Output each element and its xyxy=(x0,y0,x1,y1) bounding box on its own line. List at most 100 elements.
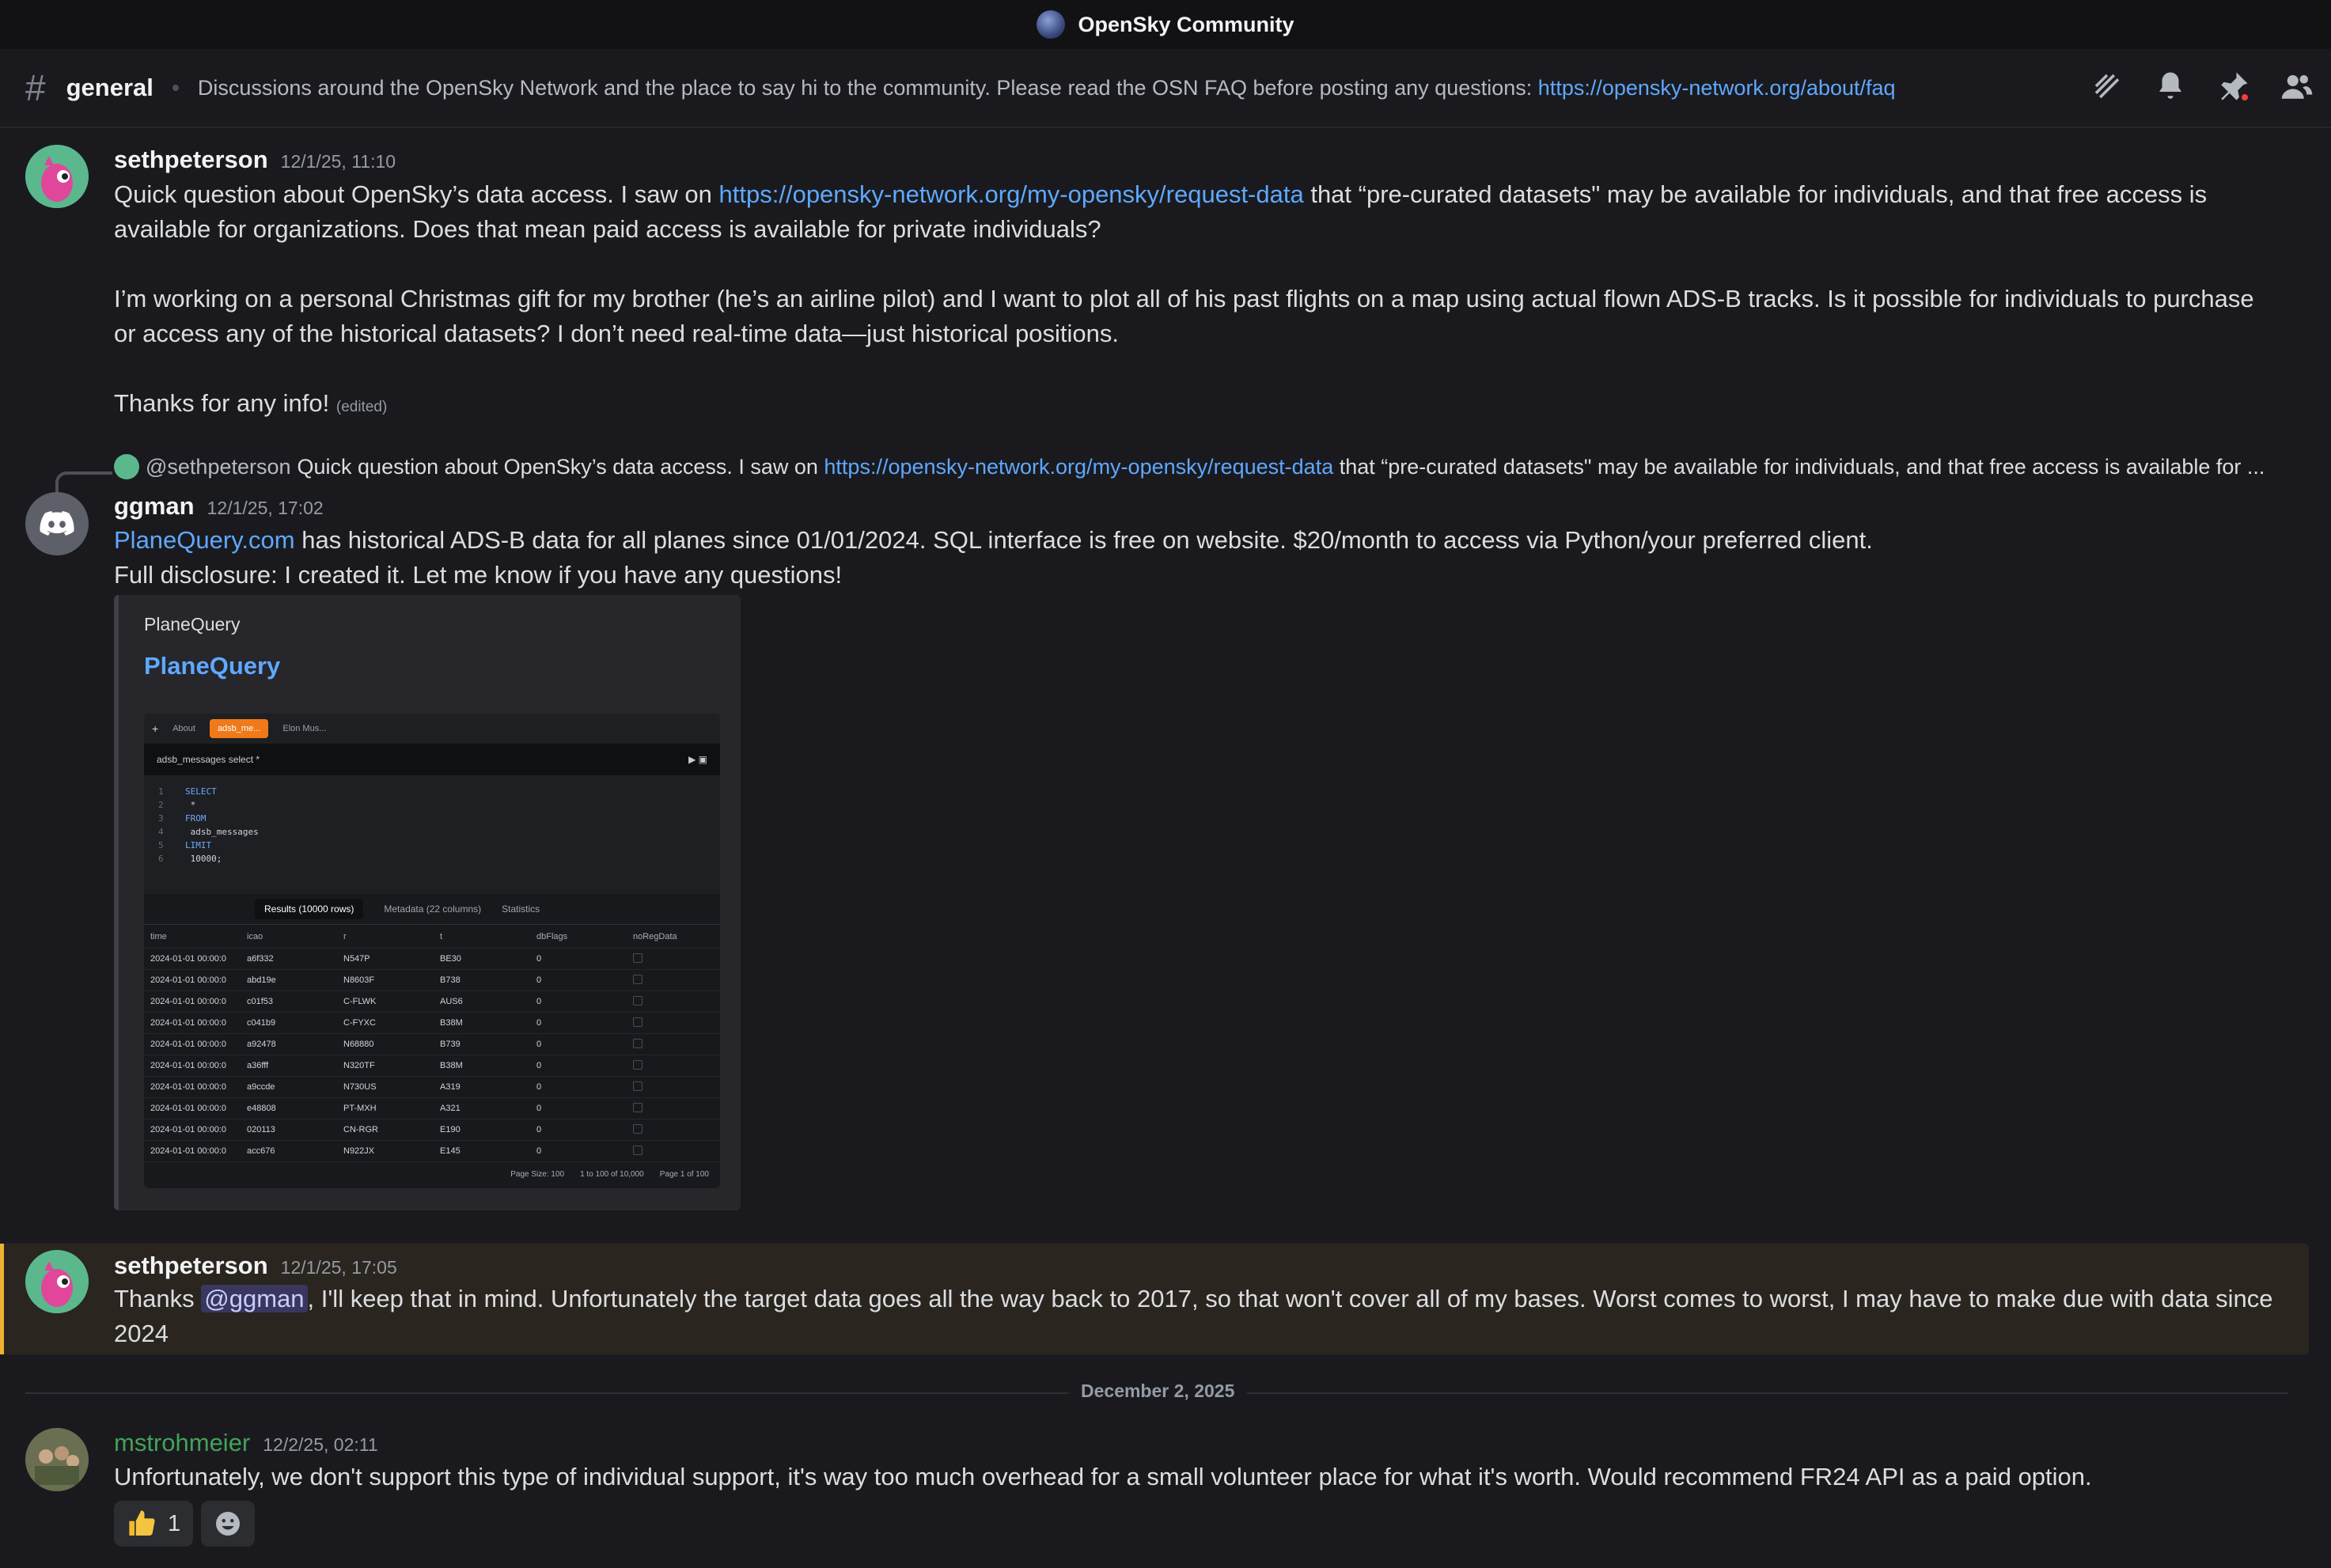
threads-icon[interactable] xyxy=(2089,68,2125,104)
checkbox-cell xyxy=(627,1081,720,1093)
table-cell: E190 xyxy=(440,1125,461,1134)
plus-icon: + xyxy=(152,722,159,735)
username[interactable]: ggman xyxy=(114,492,195,521)
planequery-link[interactable]: PlaneQuery.com xyxy=(114,526,295,554)
table-cell: a6f332 xyxy=(247,954,274,964)
avatar[interactable] xyxy=(25,492,89,555)
faq-link[interactable]: https://opensky-network.org/about/faq xyxy=(1538,76,1896,100)
add-reaction-button[interactable] xyxy=(201,1501,256,1547)
message-paragraph: Thanks @ggman, I'll keep that in mind. U… xyxy=(114,1282,2282,1351)
date-divider-label: December 2, 2025 xyxy=(1068,1381,1248,1402)
table-cell: B739 xyxy=(440,1040,461,1049)
table-cell: CN-RGR xyxy=(343,1125,378,1134)
table-cell: AUS6 xyxy=(440,997,463,1006)
text: Quick question about OpenSky’s data acce… xyxy=(297,454,824,479)
checkbox xyxy=(633,1038,642,1048)
reply-text: Quick question about OpenSky’s data acce… xyxy=(298,455,2265,479)
table-row: 2024-01-01 00:00:0 020113 CN-RGR E190 0 xyxy=(144,1119,720,1141)
avatar[interactable] xyxy=(25,1428,89,1491)
header-toolbar xyxy=(2089,68,2315,104)
column-header: noRegData xyxy=(633,931,677,941)
table-row: 2024-01-01 00:00:0 abd19e N8603F B738 0 xyxy=(144,970,720,991)
message-paragraph: Quick question about OpenSky’s data acce… xyxy=(114,177,2282,247)
reply-link[interactable]: https://opensky-network.org/my-opensky/r… xyxy=(824,455,1333,479)
checkbox xyxy=(633,995,642,1006)
avatar-image xyxy=(25,1428,89,1491)
message-header: mstrohmeier 12/2/25, 02:11 xyxy=(114,1429,378,1457)
table-cell: 2024-01-01 00:00:0 xyxy=(150,954,227,964)
results-table: time icao r t dbFlags noRegData 2024-01-… xyxy=(144,924,720,1162)
user-mention[interactable]: @ggman xyxy=(201,1285,308,1312)
reaction-count: 1 xyxy=(168,1510,181,1536)
query-name: adsb_messages select * xyxy=(157,754,260,765)
embed-provider: PlaneQuery xyxy=(144,614,241,634)
table-cell: 020113 xyxy=(247,1125,275,1134)
checkbox-cell xyxy=(627,974,720,987)
pin-icon[interactable] xyxy=(2215,68,2252,104)
checkbox xyxy=(633,974,642,984)
table-cell: 2024-01-01 00:00:0 xyxy=(150,1082,227,1092)
server-icon xyxy=(1037,10,1066,39)
bell-icon[interactable] xyxy=(2152,68,2189,104)
members-icon[interactable] xyxy=(2279,68,2315,104)
avatar[interactable] xyxy=(25,1250,89,1313)
table-cell: c041b9 xyxy=(247,1018,276,1028)
smiley-icon xyxy=(216,1512,241,1536)
table-row: 2024-01-01 00:00:0 a9ccde N730US A319 0 xyxy=(144,1077,720,1098)
statistics-tab: Statistics xyxy=(502,903,540,915)
column-header: time xyxy=(150,931,167,941)
reply-username[interactable]: @sethpeterson xyxy=(146,455,291,479)
checkbox xyxy=(633,1017,642,1027)
table-cell: 2024-01-01 00:00:0 xyxy=(150,1104,227,1113)
embed-image[interactable]: + About adsb_me... Elon Mus... adsb_mess… xyxy=(144,714,720,1188)
timestamp: 12/1/25, 17:02 xyxy=(207,498,324,518)
message-body: Thanks @ggman, I'll keep that in mind. U… xyxy=(114,1282,2282,1351)
column-header: t xyxy=(440,931,443,941)
table-cell: A321 xyxy=(440,1104,461,1113)
username[interactable]: sethpeterson xyxy=(114,146,268,174)
username[interactable]: sethpeterson xyxy=(114,1252,268,1280)
table-cell: 2024-01-01 00:00:0 xyxy=(150,1040,227,1049)
table-cell: A319 xyxy=(440,1082,461,1092)
reactions: 1 xyxy=(114,1501,256,1547)
message-body: PlaneQuery.com has historical ADS-B data… xyxy=(114,523,2282,593)
app-tab: About xyxy=(172,724,195,733)
message-paragraph: Unfortunately, we don't support this typ… xyxy=(114,1463,2092,1490)
table-row: 2024-01-01 00:00:0 acc676 N922JX E145 0 xyxy=(144,1141,720,1162)
message-paragraph: Full disclosure: I created it. Let me kn… xyxy=(114,561,843,589)
table-cell: N547P xyxy=(343,954,370,964)
reply-avatar xyxy=(114,454,139,479)
table-cell: B738 xyxy=(440,975,461,985)
result-tabs: Results (10000 rows) Metadata (22 column… xyxy=(144,894,720,924)
page-indicator: Page 1 of 100 xyxy=(659,1169,709,1179)
unread-dot xyxy=(2239,92,2250,103)
channel-name[interactable]: general xyxy=(66,74,154,102)
window-titlebar: OpenSky Community xyxy=(0,0,2331,49)
column-header: r xyxy=(343,931,347,941)
table-cell: 0 xyxy=(536,1104,542,1113)
channel-topic[interactable]: Discussions around the OpenSky Network a… xyxy=(198,76,1896,100)
app-tab: Elon Mus... xyxy=(282,724,327,733)
reply-connector xyxy=(55,472,112,495)
table-row: 2024-01-01 00:00:0 a92478 N68880 B739 0 xyxy=(144,1034,720,1055)
reply-preview[interactable]: @sethpeterson Quick question about OpenS… xyxy=(114,454,2266,479)
avatar[interactable] xyxy=(25,145,89,208)
table-cell: 2024-01-01 00:00:0 xyxy=(150,997,227,1006)
text: has historical ADS-B data for all planes… xyxy=(294,526,1873,554)
table-cell: 0 xyxy=(536,954,542,964)
separator-dot xyxy=(172,85,179,91)
table-cell: 0 xyxy=(536,1125,542,1134)
checkbox xyxy=(633,1102,642,1112)
message-paragraph: I’m working on a personal Christmas gift… xyxy=(114,285,2254,347)
table-row: 2024-01-01 00:00:0 a36fff N320TF B38M 0 xyxy=(144,1055,720,1077)
timestamp: 12/1/25, 17:05 xyxy=(280,1257,397,1278)
request-data-link[interactable]: https://opensky-network.org/my-opensky/r… xyxy=(719,180,1304,208)
reaction-thumbs-up[interactable]: 1 xyxy=(114,1501,194,1547)
embed-title[interactable]: PlaneQuery xyxy=(144,652,280,680)
username[interactable]: mstrohmeier xyxy=(114,1429,250,1457)
checkbox-cell xyxy=(627,1145,720,1157)
text: Thanks for any info! xyxy=(114,389,330,417)
table-cell: a92478 xyxy=(247,1040,276,1049)
checkbox xyxy=(633,1059,642,1070)
table-row: 2024-01-01 00:00:0 c01f53 C-FLWK AUS6 0 xyxy=(144,991,720,1013)
